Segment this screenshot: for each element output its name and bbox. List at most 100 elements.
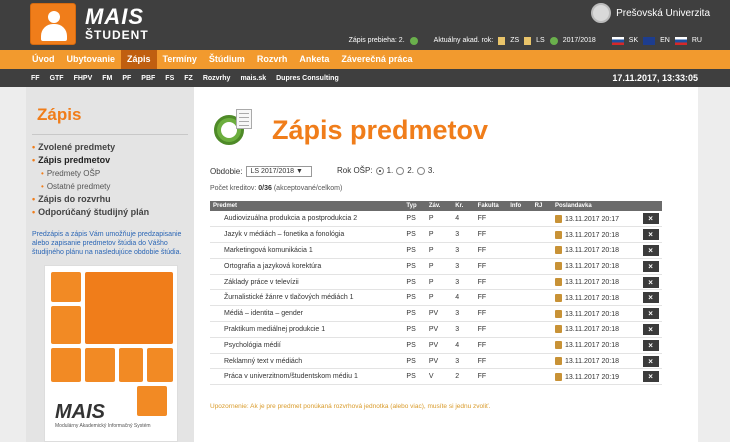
remove-course-button[interactable]: × (642, 323, 659, 335)
nav-zapis[interactable]: Zápis (121, 50, 157, 69)
subnav-pbf[interactable]: PBF (136, 75, 160, 82)
nav-studium[interactable]: Štúdium (203, 50, 251, 69)
lang-sk[interactable]: SK (629, 37, 638, 44)
enrollment-status-icon (409, 36, 418, 45)
subnav-fm[interactable]: FM (97, 75, 117, 82)
course-date-cell: 13.11.2017 20:18 (552, 289, 640, 307)
zs-label: ZS (510, 37, 520, 44)
subnav-pf[interactable]: PF (117, 75, 136, 82)
course-zav: P (425, 258, 453, 275)
remove-course-button[interactable]: × (642, 339, 659, 351)
course-date: 13.11.2017 20:18 (565, 278, 619, 286)
student-icon (85, 272, 173, 344)
course-typ: PS (403, 274, 426, 291)
ls-label: LS (536, 37, 545, 44)
table-row[interactable]: Médiá – identita – gender PS PV 3 FF 13.11.20… (210, 305, 662, 323)
table-row[interactable]: Ortografia a jazyková korektúra PS P 3 FF 13.… (210, 258, 662, 275)
table-row[interactable]: Audiovizuálna produkcia a postprodukcia … (210, 211, 662, 228)
course-zav: PV (425, 305, 453, 323)
remove-course-button[interactable]: × (642, 213, 659, 225)
sidebar-item-odporucany-plan[interactable]: • Odporúčaný študijný plán (32, 206, 192, 219)
remove-course-button[interactable]: × (642, 371, 659, 383)
course-name: Psychológia médií (210, 337, 404, 354)
table-row[interactable]: Praktikum mediálnej produkcie 1 PS PV 3 FF 13… (210, 321, 662, 338)
lang-ru[interactable]: RU (692, 37, 702, 44)
course-zav: P (425, 289, 453, 307)
table-row[interactable]: Základy práce v televízii PS P 3 FF 13.11.201… (210, 274, 662, 291)
flag-sk-icon[interactable] (611, 36, 624, 45)
rok-option-1: 1. (386, 166, 394, 175)
flag-en-icon[interactable] (643, 36, 656, 45)
lang-en[interactable]: EN (660, 37, 670, 44)
table-row[interactable]: Marketingová komunikácia 1 PS P 3 FF 13.11.20… (210, 242, 662, 259)
remove-course-button[interactable]: × (642, 292, 659, 304)
col-rj: RJ (531, 201, 552, 211)
sidebar-item-zapis-do-rozvrhu[interactable]: • Zápis do rozvrhu (32, 193, 192, 206)
course-date-cell: 13.11.2017 20:18 (552, 353, 640, 370)
course-date-cell: 13.11.2017 20:18 (552, 258, 640, 275)
course-date: 13.11.2017 20:18 (565, 357, 619, 365)
sidebar-item-label: Zápis predmetov (38, 155, 111, 165)
sidebar-item-ostatne-predmety[interactable]: • Ostatné predmety (32, 180, 192, 193)
table-row[interactable]: Reklamný text v médiách PS PV 3 FF 13.11.2017… (210, 353, 662, 370)
bullet-icon: • (32, 155, 36, 165)
rok-radio-2[interactable] (396, 166, 405, 175)
course-rj (531, 289, 552, 307)
remove-course-button[interactable]: × (642, 229, 659, 241)
subnav-fz[interactable]: FZ (179, 75, 198, 82)
course-name: Ortografia a jazyková korektúra (210, 258, 404, 275)
table-row[interactable]: Jazyk v médiách – fonetika a fonológia PS… (210, 226, 662, 244)
nav-anketa[interactable]: Anketa (293, 50, 335, 69)
nav-uvod[interactable]: Úvod (26, 50, 61, 69)
rok-radio-1[interactable] (375, 166, 384, 175)
course-date: 13.11.2017 20:17 (565, 215, 619, 223)
course-rj (531, 337, 552, 354)
obdobie-select[interactable]: LS 2017/2018 ▼ (246, 166, 313, 177)
course-info (507, 368, 532, 386)
course-date: 13.11.2017 20:18 (565, 231, 619, 239)
sidebar-item-zvolene-predmety[interactable]: • Zvolené predmety (32, 141, 192, 154)
request-doc-icon (555, 309, 562, 318)
course-typ: PS (403, 258, 426, 275)
subnav-ff[interactable]: FF (26, 75, 45, 82)
course-action-cell: × (639, 305, 662, 323)
subnav-dupres[interactable]: Dupres Consulting (271, 75, 344, 82)
nav-zaverecna-praca[interactable]: Záverečná práca (335, 50, 418, 69)
remove-course-button[interactable]: × (642, 276, 659, 288)
sidebar-item-zapis-predmetov[interactable]: • Zápis predmetov (32, 154, 192, 167)
obdobie-value: LS 2017/2018 (250, 168, 295, 175)
subnav-fhpv[interactable]: FHPV (69, 75, 98, 82)
table-row[interactable]: Práca v univerzitnom/študentskom médiu 1… (210, 368, 662, 386)
table-row[interactable]: Žurnalistické žánre v tlačových médiách … (210, 289, 662, 307)
course-action-cell: × (639, 289, 662, 307)
col-info: Info (507, 201, 532, 211)
course-name: Marketingová komunikácia 1 (210, 242, 404, 259)
table-header-row: Predmet Typ Záv. Kr. Fakulta Info RJ Pos… (210, 201, 662, 211)
sidebar: Zápis • Zvolené predmety • Zápis predmetov… (26, 87, 194, 442)
subnav-rozvrhy[interactable]: Rozvrhy (198, 75, 236, 82)
enrollment-label: Zápis prebieha: 2. (348, 37, 405, 44)
subnav-fs[interactable]: FS (160, 75, 179, 82)
course-date: 13.11.2017 20:19 (565, 373, 619, 381)
university-link[interactable]: Prešovská Univerzita (591, 3, 710, 23)
nav-ubytovanie[interactable]: Ubytovanie (61, 50, 122, 69)
course-kredity: 3 (452, 353, 475, 370)
nav-terminy[interactable]: Termíny (157, 50, 203, 69)
remove-course-button[interactable]: × (642, 260, 659, 272)
remove-course-button[interactable]: × (642, 244, 659, 256)
remove-course-button[interactable]: × (642, 308, 659, 320)
subnav-gtf[interactable]: GTF (45, 75, 69, 82)
sidebar-title: Zápis (37, 105, 82, 124)
obdobie-filter: Obdobie: LS 2017/2018 ▼ (210, 166, 313, 177)
course-rj (531, 226, 552, 244)
subnav-mais-sk[interactable]: mais.sk (235, 75, 271, 82)
nav-rozvrh[interactable]: Rozvrh (251, 50, 294, 69)
sidebar-item-predmety-osp[interactable]: • Predmety OŠP (32, 167, 192, 180)
flag-ru-icon[interactable] (674, 36, 687, 45)
rok-radio-3[interactable] (416, 166, 425, 175)
request-doc-icon (555, 325, 562, 334)
course-kredity: 4 (452, 289, 475, 307)
table-row[interactable]: Psychológia médií PS PV 4 FF 13.11.2017 20:18… (210, 337, 662, 354)
remove-course-button[interactable]: × (642, 355, 659, 367)
course-info (507, 242, 532, 259)
